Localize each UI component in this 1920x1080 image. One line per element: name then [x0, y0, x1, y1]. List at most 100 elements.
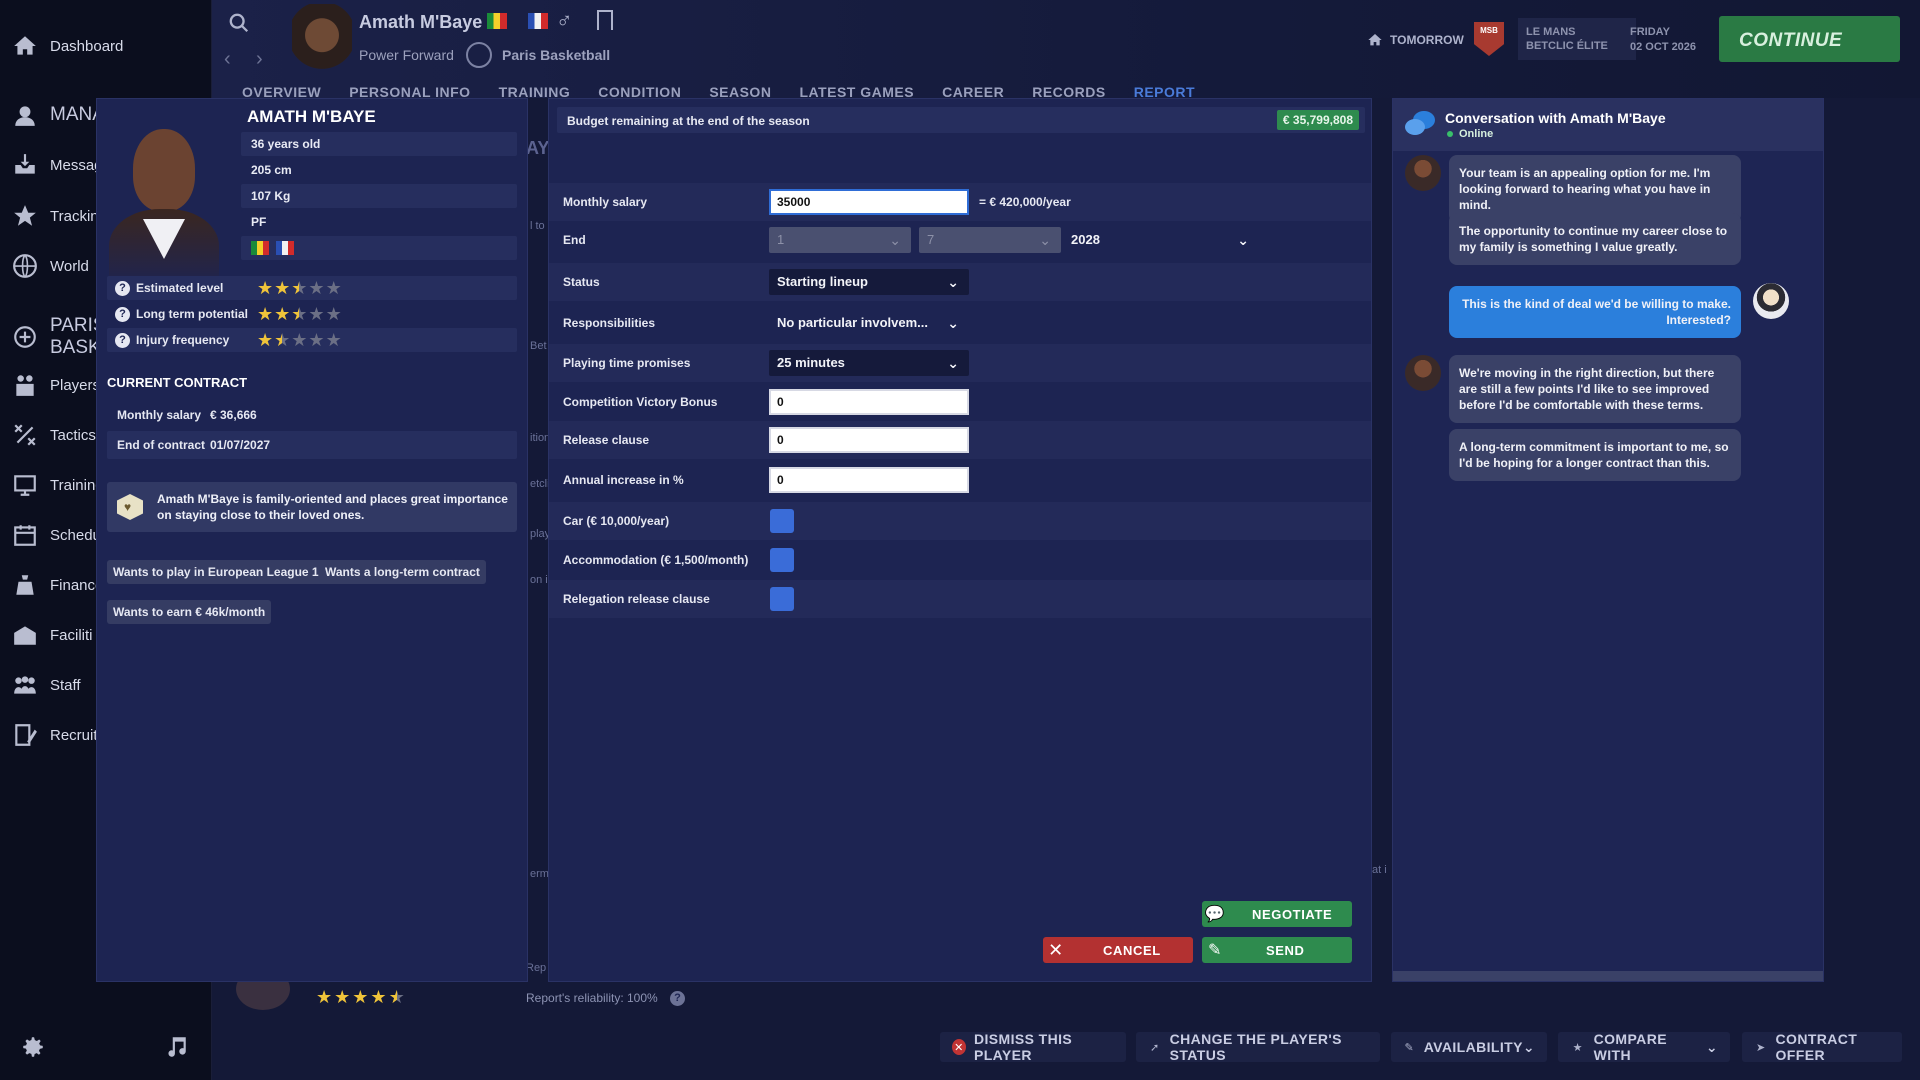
- row-car: Car (€ 10,000/year): [549, 502, 1371, 540]
- nav-dashboard[interactable]: Dashboard: [0, 26, 212, 66]
- negotiate-button[interactable]: 💬 NEGOTIATE: [1202, 901, 1352, 927]
- player-avatar: [1405, 355, 1441, 391]
- manager-icon: [10, 100, 40, 130]
- row-end: End 1 ⌄ 7 ⌄ 2028 ⌄: [549, 221, 1371, 259]
- search-icon[interactable]: [228, 12, 250, 34]
- annual-increase-input[interactable]: [769, 467, 969, 493]
- car-label: Car (€ 10,000/year): [563, 514, 670, 528]
- rating-stars: ★ ★ ★ ★ ★: [257, 278, 342, 298]
- gender-male-icon: ♂: [556, 8, 573, 33]
- send-button[interactable]: ✎ SEND: [1202, 937, 1352, 963]
- under-fragment: on i: [530, 574, 548, 586]
- status-select[interactable]: Starting lineup ⌄: [769, 269, 969, 295]
- forward-arrow-icon[interactable]: ›: [256, 48, 263, 71]
- france-flag-icon: [528, 13, 548, 29]
- under-fragment: AY: [526, 138, 550, 158]
- annual-increase-label: Annual increase in %: [563, 473, 684, 487]
- help-icon[interactable]: ?: [670, 991, 685, 1006]
- compare-icon: ★: [1572, 1041, 1583, 1054]
- back-arrow-icon[interactable]: ‹: [224, 48, 231, 71]
- relegation-checkbox[interactable]: [770, 587, 794, 611]
- contract-end: End of contract 01/07/2027: [107, 431, 517, 459]
- chat-message-player: A long-term commitment is important to m…: [1449, 429, 1741, 481]
- help-icon[interactable]: ?: [115, 332, 130, 348]
- playing-time-label: Playing time promises: [563, 356, 691, 370]
- compare-label: COMPARE WITH: [1593, 1031, 1667, 1063]
- row-status: Status Starting lineup ⌄: [549, 263, 1371, 301]
- monthly-salary-input[interactable]: [769, 189, 969, 215]
- contract-key: Monthly salary: [117, 408, 202, 422]
- car-checkbox[interactable]: [770, 509, 794, 533]
- negotiate-label: NEGOTIATE: [1252, 906, 1333, 922]
- cancel-label: CANCEL: [1103, 942, 1161, 958]
- opponent-badge: MSB: [1474, 22, 1504, 56]
- end-year-select[interactable]: 2028 ⌄: [1069, 227, 1259, 253]
- responsibilities-label: Responsibilities: [563, 316, 656, 330]
- chat-bubbles-icon: [1405, 111, 1435, 137]
- help-icon[interactable]: ?: [115, 280, 130, 296]
- opponent-info[interactable]: LE MANS BETCLIC ÉLITE: [1518, 18, 1636, 60]
- victory-bonus-input[interactable]: [769, 389, 969, 415]
- france-flag-icon: [276, 241, 295, 255]
- rating-injury-frequency: ? Injury frequency ★ ★ ★ ★ ★: [107, 328, 517, 352]
- senegal-flag-icon: [487, 13, 507, 29]
- end-day-select[interactable]: 1 ⌄: [769, 227, 911, 253]
- playing-time-value: 25 minutes: [777, 355, 845, 370]
- chat-bubbles-icon: 💬: [1204, 906, 1226, 923]
- bookmark-icon[interactable]: [597, 10, 613, 30]
- settings-gear-icon[interactable]: [20, 1034, 50, 1064]
- contract-key: End of contract: [117, 438, 206, 452]
- under-fragment: erm: [530, 868, 549, 880]
- rating-estimated-level: ? Estimated level ★ ★ ★ ★ ★: [107, 276, 517, 300]
- row-playing-time: Playing time promises 25 minutes ⌄: [549, 344, 1371, 382]
- nav-label: Schedu: [50, 526, 101, 544]
- nav-label: PARIS BASKI: [50, 315, 106, 358]
- globe-icon: [10, 251, 40, 281]
- row-monthly-salary: Monthly salary = € 420,000/year: [549, 183, 1371, 221]
- nav-label: Players: [50, 376, 101, 394]
- game-date: FRIDAY 02 OCT 2026: [1630, 26, 1696, 53]
- row-victory-bonus: Competition Victory Bonus: [549, 383, 1371, 421]
- manager-avatar: [1753, 283, 1789, 319]
- availability-dropdown[interactable]: ✎ AVAILABILITY ⌄: [1391, 1032, 1547, 1062]
- under-fragment: etcli: [530, 478, 550, 490]
- online-dot-icon: [1447, 131, 1453, 137]
- row-annual-increase: Annual increase in %: [549, 461, 1371, 499]
- header-player-name: Amath M'Baye: [359, 12, 483, 32]
- compare-with-dropdown[interactable]: ★ COMPARE WITH ⌄: [1558, 1031, 1730, 1063]
- under-fragment: Bet: [530, 340, 547, 352]
- change-status-button[interactable]: ➚ CHANGE THE PLAYER'S STATUS: [1136, 1031, 1380, 1063]
- chat-message-player: We're moving in the right direction, but…: [1449, 355, 1741, 423]
- header-club[interactable]: Paris Basketball: [502, 47, 610, 63]
- date-value: 02 OCT 2026: [1630, 41, 1697, 53]
- dismiss-player-button[interactable]: ✕ DISMISS THIS PLAYER: [940, 1031, 1126, 1063]
- rating-stars: ★ ★ ★ ★ ★: [257, 304, 342, 324]
- end-month-select[interactable]: 7 ⌄: [919, 227, 1061, 253]
- chevron-down-icon: ⌄: [889, 232, 901, 248]
- cancel-button[interactable]: ✕ CANCEL: [1043, 937, 1193, 963]
- dismiss-label: DISMISS THIS PLAYER: [973, 1031, 1073, 1063]
- wish-tag: Wants to earn € 46k/month: [107, 600, 272, 624]
- pencil-icon: ✎: [1207, 942, 1222, 959]
- close-circle-icon: ✕: [952, 1039, 966, 1055]
- chevron-down-icon: ⌄: [947, 355, 959, 371]
- release-clause-input[interactable]: [769, 427, 969, 453]
- playing-time-select[interactable]: 25 minutes ⌄: [769, 350, 969, 376]
- help-icon[interactable]: ?: [115, 306, 130, 322]
- contract-offer-button[interactable]: ➤ CONTRACT OFFER: [1742, 1031, 1902, 1063]
- chat-status: Online: [1459, 128, 1494, 140]
- accommodation-checkbox[interactable]: [770, 548, 794, 572]
- current-contract-title: CURRENT CONTRACT: [107, 375, 248, 390]
- availability-label: AVAILABILITY: [1423, 1039, 1523, 1055]
- paper-plane-icon: ➤: [1755, 1041, 1766, 1054]
- responsibilities-select[interactable]: No particular involvem... ⌄: [769, 310, 969, 336]
- budget-value: € 35,799,808: [1276, 110, 1359, 130]
- music-note-icon[interactable]: [163, 1034, 193, 1064]
- scout-rating-stars: ★ ★ ★ ★ ★: [316, 987, 405, 1007]
- row-accommodation: Accommodation (€ 1,500/month): [549, 541, 1371, 579]
- chat-scrollbar[interactable]: [1393, 971, 1823, 981]
- home-icon: [1367, 32, 1383, 48]
- nav-label: Dashboard: [50, 37, 124, 55]
- continue-button[interactable]: CONTINUE: [1719, 16, 1900, 62]
- megaphone-icon: ➚: [1150, 1041, 1160, 1054]
